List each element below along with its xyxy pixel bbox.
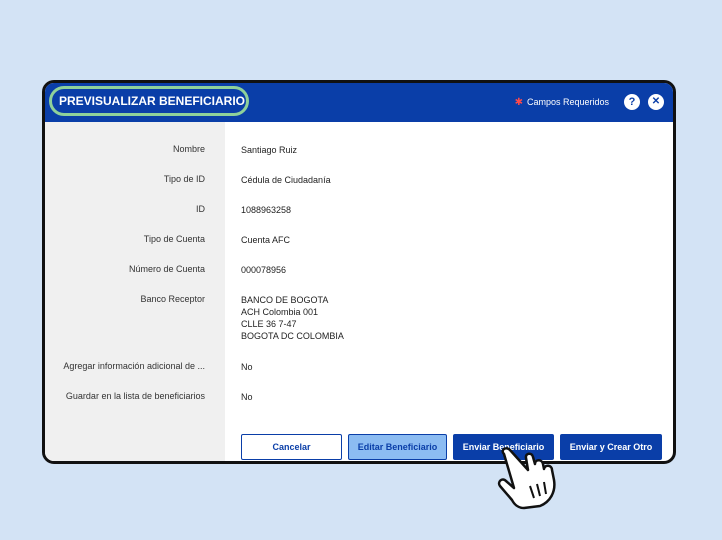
title-highlight: PREVISUALIZAR BENEFICIARIO [49, 86, 249, 116]
help-icon[interactable]: ? [624, 94, 640, 110]
value-line: No [241, 362, 253, 372]
cancel-button[interactable]: Cancelar [241, 434, 342, 460]
value-line: Santiago Ruiz [241, 145, 298, 155]
field-label: Agregar información adicional de ... [63, 361, 205, 371]
required-fields-label: Campos Requeridos [526, 97, 609, 107]
field-label: Guardar en la lista de beneficiarios [65, 391, 205, 401]
required-fields-note: ✱ Campos Requeridos [515, 83, 609, 122]
field-value: BANCO DE BOGOTA ACH Colombia 001 CLLE 36… [241, 294, 441, 342]
value-line: BANCO DE BOGOTA [241, 295, 329, 305]
labels-pane [45, 122, 225, 461]
value-line: 1088963258 [241, 205, 292, 215]
close-icon[interactable]: ✕ [648, 94, 664, 110]
value-line: ACH Colombia 001 [241, 307, 319, 317]
value-line: Cédula de Ciudadanía [241, 175, 331, 185]
hand-pointer-icon [497, 447, 556, 510]
field-label: Banco Receptor [140, 294, 205, 304]
field-label: Número de Cuenta [128, 264, 205, 274]
send-and-create-another-button[interactable]: Enviar y Crear Otro [560, 434, 662, 460]
field-value: Cuenta AFC [241, 234, 441, 246]
field-value: No [241, 361, 441, 373]
asterisk-icon: ✱ [514, 97, 523, 108]
field-value: No [241, 391, 441, 403]
field-value: 1088963258 [241, 204, 441, 216]
field-value: Cédula de Ciudadanía [241, 174, 441, 186]
field-label: ID [196, 204, 205, 214]
field-value: Santiago Ruiz [241, 144, 441, 156]
value-line: CLLE 36 7-47 [241, 319, 297, 329]
value-line: 000078956 [241, 265, 287, 275]
field-label: Tipo de Cuenta [143, 234, 205, 244]
preview-beneficiary-dialog: PREVISUALIZAR BENEFICIARIO ✱ Campos Reque… [42, 80, 676, 464]
dialog-title: PREVISUALIZAR BENEFICIARIO [59, 94, 246, 108]
value-line: BOGOTA DC COLOMBIA [241, 331, 344, 341]
value-line: No [241, 392, 253, 402]
field-value: 000078956 [241, 264, 441, 276]
value-line: Cuenta AFC [241, 235, 291, 245]
field-label: Nombre [172, 144, 205, 154]
edit-beneficiary-button[interactable]: Editar Beneficiario [348, 434, 447, 460]
field-label: Tipo de ID [163, 174, 205, 184]
dialog-header: PREVISUALIZAR BENEFICIARIO ✱ Campos Reque… [45, 83, 673, 122]
